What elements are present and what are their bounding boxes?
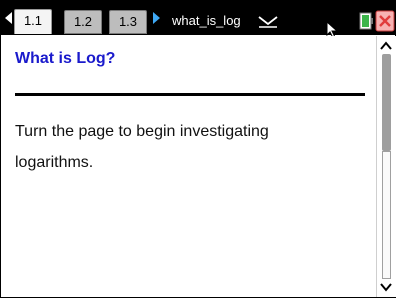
scroll-up-icon[interactable]	[379, 39, 393, 53]
calculator-document-window: 1.1 1.2 1.3 what_is_log What is Log? Tur…	[0, 0, 396, 298]
body-text: Turn the page to begin investigating log…	[15, 123, 269, 171]
arrow-left-icon[interactable]	[5, 12, 12, 24]
battery-icon	[359, 12, 373, 30]
divider	[15, 93, 365, 96]
arrow-right-icon[interactable]	[153, 12, 160, 24]
chevron-down-icon[interactable]	[257, 13, 279, 29]
page-title: What is Log?	[15, 50, 116, 67]
vertical-scrollbar[interactable]	[376, 36, 396, 297]
scrollbar-track[interactable]	[382, 151, 391, 279]
page-content: What is Log? Turn the page to begin inve…	[1, 36, 376, 297]
close-icon[interactable]	[375, 10, 395, 32]
scroll-down-icon[interactable]	[379, 280, 393, 294]
document-name[interactable]: what_is_log	[172, 11, 241, 31]
scrollbar-thumb[interactable]	[382, 54, 391, 151]
tab-1-2[interactable]: 1.2	[64, 10, 102, 34]
tab-1-3[interactable]: 1.3	[109, 10, 147, 34]
tab-1-1[interactable]: 1.1	[14, 9, 52, 34]
